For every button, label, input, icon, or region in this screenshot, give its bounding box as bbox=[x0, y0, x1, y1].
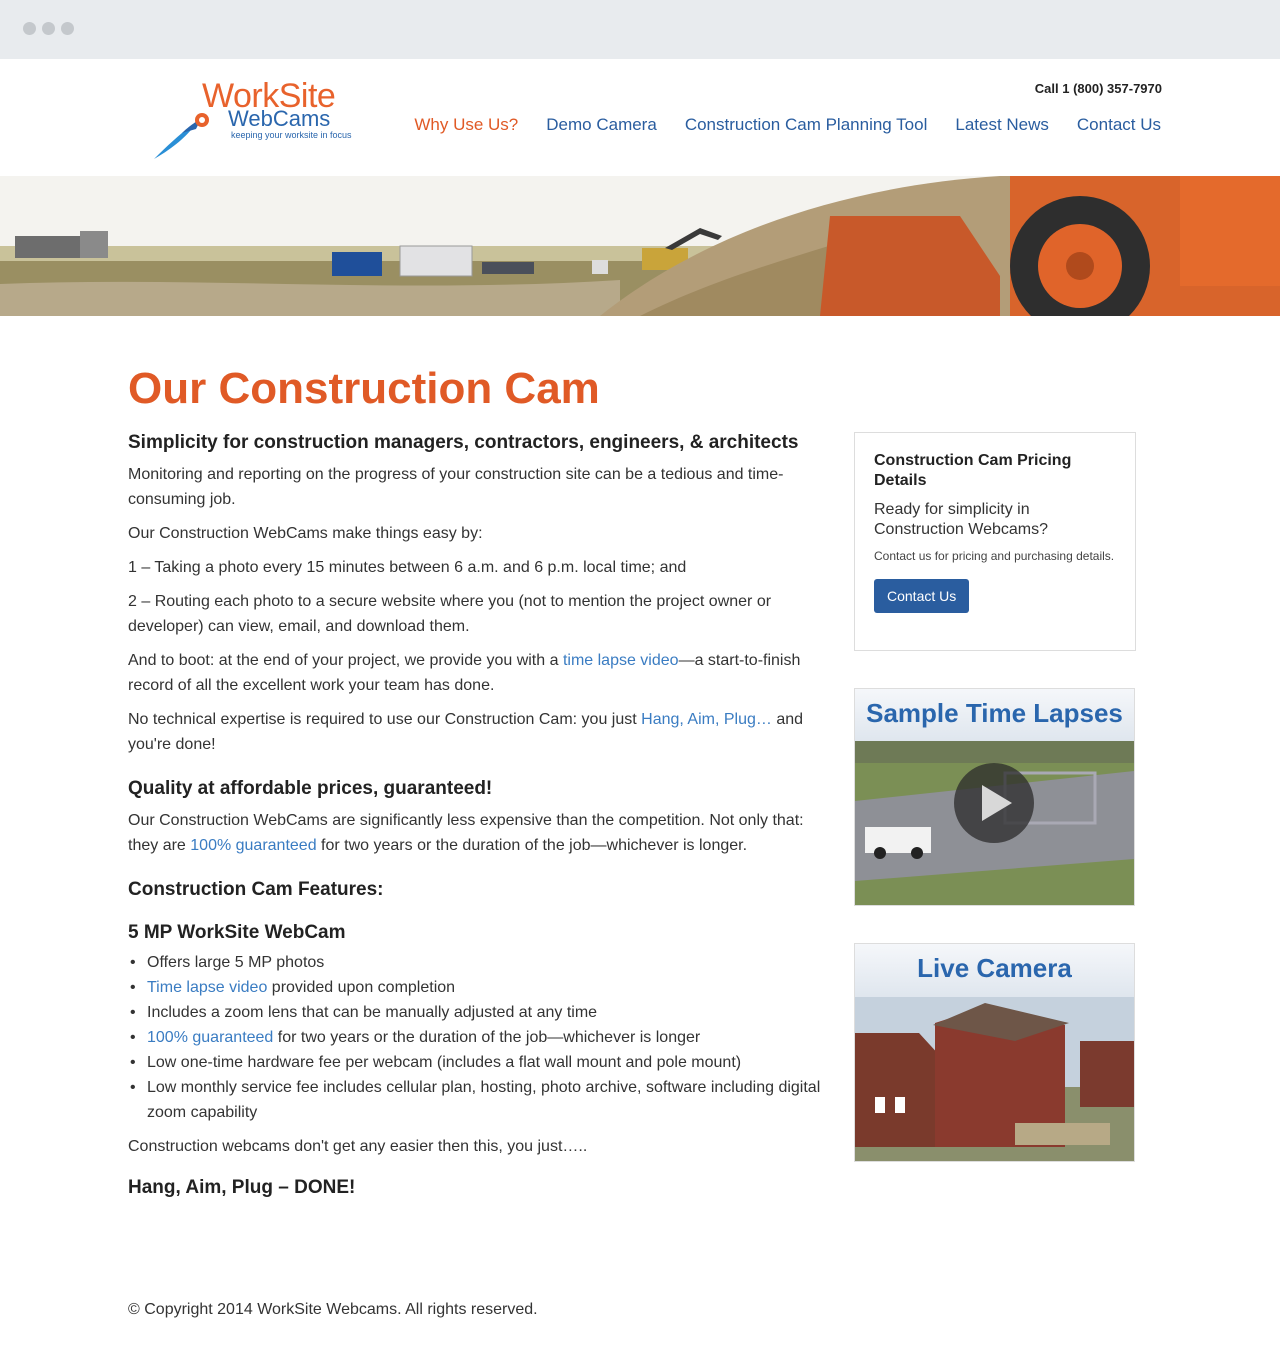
content-column: Our Construction Cam Simplicity for cons… bbox=[128, 364, 828, 1199]
window-minimize-dot[interactable] bbox=[42, 22, 55, 35]
footer-copyright: © Copyright 2014 WorkSite Webcams. All r… bbox=[128, 1301, 538, 1318]
time-lapse-video-link[interactable]: Time lapse video bbox=[147, 979, 267, 996]
heading-product: 5 MP WorkSite WebCam bbox=[128, 922, 346, 943]
paragraph-easy: Our Construction WebCams make things eas… bbox=[128, 525, 483, 542]
live-camera-title: Live Camera bbox=[855, 944, 1134, 997]
heading-simplicity: Simplicity for construction managers, co… bbox=[128, 432, 799, 453]
paragraph-step-1: 1 – Taking a photo every 15 minutes betw… bbox=[128, 559, 687, 576]
pricing-box: Construction Cam Pricing Details Ready f… bbox=[854, 432, 1136, 651]
list-item: Includes a zoom lens that can be manuall… bbox=[130, 1000, 828, 1025]
hang-aim-plug-link[interactable]: Hang, Aim, Plug… bbox=[641, 711, 772, 728]
phone-number[interactable]: Call 1 (800) 357-7970 bbox=[1035, 81, 1162, 96]
contact-us-button[interactable]: Contact Us bbox=[874, 579, 970, 613]
features-list: Offers large 5 MP photos Time lapse vide… bbox=[130, 950, 828, 1125]
live-camera-card[interactable]: Live Camera bbox=[854, 943, 1135, 1162]
nav-latest-news[interactable]: Latest News bbox=[955, 115, 1049, 135]
pricing-title: Construction Cam Pricing Details bbox=[874, 452, 1072, 489]
time-lapse-video-link[interactable]: time lapse video bbox=[563, 652, 679, 669]
live-camera-thumbnail bbox=[855, 997, 1134, 1161]
paragraph-step-2: 2 – Routing each photo to a secure websi… bbox=[128, 593, 772, 635]
paragraph-no-expertise: No technical expertise is required to us… bbox=[128, 711, 804, 753]
pricing-subtitle: Ready for simplicity in Construction Web… bbox=[874, 501, 1048, 538]
pricing-note: Contact us for pricing and purchasing de… bbox=[874, 549, 1115, 563]
paragraph-quality: Our Construction WebCams are significant… bbox=[128, 812, 804, 854]
paragraph-easier: Construction webcams don't get any easie… bbox=[128, 1138, 588, 1155]
play-icon bbox=[954, 763, 1034, 843]
browser-chrome bbox=[0, 0, 1280, 59]
page-title: Our Construction Cam bbox=[128, 364, 600, 413]
guarantee-link[interactable]: 100% guaranteed bbox=[147, 1029, 273, 1046]
list-item: Low monthly service fee includes cellula… bbox=[130, 1075, 828, 1125]
list-item: Low one-time hardware fee per webcam (in… bbox=[130, 1050, 828, 1075]
list-item: 100% guaranteed for two years or the dur… bbox=[130, 1025, 828, 1050]
logo-tagline: keeping your worksite in focus bbox=[231, 130, 352, 140]
window-close-dot[interactable] bbox=[23, 22, 36, 35]
heading-quality: Quality at affordable prices, guaranteed… bbox=[128, 778, 493, 799]
nav-demo-camera[interactable]: Demo Camera bbox=[546, 115, 657, 135]
heading-done: Hang, Aim, Plug – DONE! bbox=[128, 1177, 356, 1198]
heading-features: Construction Cam Features: bbox=[128, 879, 384, 900]
sidebar: Construction Cam Pricing Details Ready f… bbox=[854, 432, 1136, 1162]
window-maximize-dot[interactable] bbox=[61, 22, 74, 35]
site-logo[interactable]: WorkSite WebCams keeping your worksite i… bbox=[152, 77, 362, 161]
nav-why-use-us[interactable]: Why Use Us? bbox=[414, 115, 518, 135]
site-header: WorkSite WebCams keeping your worksite i… bbox=[0, 59, 1280, 176]
paragraph-time-lapse: And to boot: at the end of your project,… bbox=[128, 652, 801, 694]
list-item: Offers large 5 MP photos bbox=[130, 950, 828, 975]
nav-planning-tool[interactable]: Construction Cam Planning Tool bbox=[685, 115, 928, 135]
time-lapse-thumbnail bbox=[855, 741, 1134, 905]
sample-time-lapses-card[interactable]: Sample Time Lapses bbox=[854, 688, 1135, 906]
hero-banner-image bbox=[0, 176, 1280, 316]
sample-time-lapses-title: Sample Time Lapses bbox=[855, 689, 1134, 741]
main-nav: Why Use Us? Demo Camera Construction Cam… bbox=[414, 115, 1161, 135]
logo-line2: WebCams bbox=[228, 106, 331, 131]
nav-contact-us[interactable]: Contact Us bbox=[1077, 115, 1161, 135]
list-item: Time lapse video provided upon completio… bbox=[130, 975, 828, 1000]
guarantee-link[interactable]: 100% guaranteed bbox=[190, 837, 316, 854]
paragraph-intro: Monitoring and reporting on the progress… bbox=[128, 466, 784, 508]
